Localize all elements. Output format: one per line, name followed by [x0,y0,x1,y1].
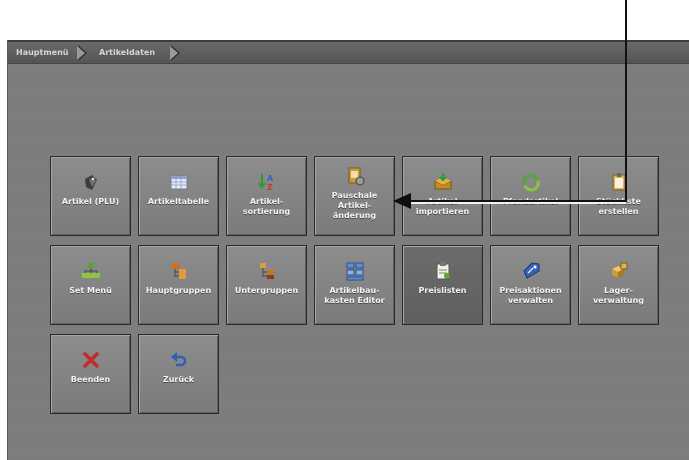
pfandartikel-button[interactable]: Pfandartikel [490,156,571,236]
back-arrow-icon [170,352,186,367]
artikel-importieren-button[interactable]: Artikel importieren [402,156,483,236]
lagerverwaltung-button[interactable]: Lager- verwaltung [578,245,659,325]
boxes-icon [611,262,627,278]
svg-text:Z: Z [267,183,273,192]
preisaktionen-verwalten-button[interactable]: Preisaktionen verwalten [490,245,571,325]
pauschale-artikelaenderung-button[interactable]: Pauschale Artikel- änderung [314,156,395,236]
tag-icon [84,175,97,190]
tile-label: Preislisten [418,286,467,295]
callout-line-highlight [409,202,625,204]
breadcrumb: Hauptmenü Artikeldaten [8,42,689,64]
tile-label: Set Menü [69,286,112,295]
building-blocks-icon [346,262,363,281]
hierarchy-icon [81,263,100,278]
breadcrumb-separator-icon [77,45,87,61]
preislisten-button[interactable]: Preislisten [402,245,483,325]
beenden-button[interactable]: Beenden [50,334,131,414]
tile-label: Hauptgruppen [145,286,212,295]
recycle-icon [521,173,540,192]
tile-label: Untergruppen [234,286,299,295]
svg-text:A: A [267,174,274,183]
sub-groups-icon [259,263,274,279]
set-menue-button[interactable]: Set Menü [50,245,131,325]
hauptgruppen-button[interactable]: Hauptgruppen [138,245,219,325]
close-x-icon [82,352,99,368]
breadcrumb-separator-icon [170,45,180,61]
tile-label: Lager- verwaltung [592,286,645,305]
import-icon [434,173,451,190]
sort-az-icon: A Z [257,174,274,192]
edit-items-icon [348,167,364,186]
tile-label: Preisaktionen verwalten [499,286,562,305]
artikel-plu-button[interactable]: Artikel (PLU) [50,156,131,236]
breadcrumb-item-hauptmenue[interactable]: Hauptmenü [16,42,69,63]
tile-label: Artikel (PLU) [61,197,120,206]
callout-line [409,200,627,202]
stueckliste-erstellen-button[interactable]: Stückliste erstellen [578,156,659,236]
tile-label: Artikel- sortierung [242,197,291,216]
tile-label: Pauschale Artikel- änderung [331,191,378,220]
tile-label: Zurück [162,375,195,384]
tile-label: Artikelbau- kasten Editor [324,286,385,305]
untergruppen-button[interactable]: Untergruppen [226,245,307,325]
main-groups-icon [171,263,186,279]
price-list-icon [436,262,450,280]
artikel-sortierung-button[interactable]: A Z Artikel- sortierung [226,156,307,236]
callout-line [625,0,627,201]
price-tag-icon [522,262,539,279]
callout-arrow-icon [393,193,411,209]
artikeltabelle-button[interactable]: Artikeltabelle [138,156,219,236]
breadcrumb-item-artikeldaten[interactable]: Artikeldaten [99,42,155,63]
tile-label: Artikeltabelle [147,197,210,206]
table-icon [170,175,187,190]
zurueck-button[interactable]: Zurück [138,334,219,414]
tile-label: Beenden [70,375,111,384]
artikelbaukasten-editor-button[interactable]: Artikelbau- kasten Editor [314,245,395,325]
